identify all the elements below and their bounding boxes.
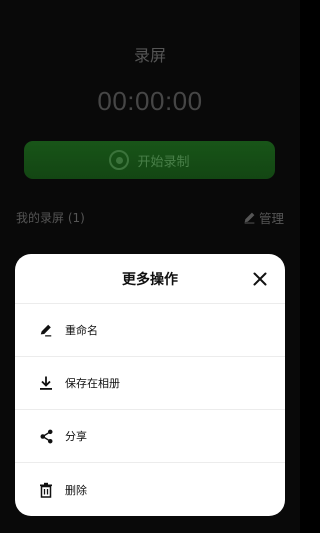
sheet-title: 更多操作 [122,271,178,288]
download-icon [37,374,55,392]
action-rename[interactable]: 重命名 [15,304,285,357]
action-rename-label: 重命名 [65,324,98,337]
action-save-label: 保存在相册 [65,377,120,390]
close-button[interactable] [249,268,271,290]
trash-icon [37,481,55,499]
close-icon [253,272,267,286]
action-delete-label: 删除 [65,483,87,497]
action-save-to-album[interactable]: 保存在相册 [15,357,285,410]
action-share[interactable]: 分享 [15,410,285,463]
share-icon [37,427,55,445]
sheet-header: 更多操作 [15,254,285,304]
pencil-icon [37,321,55,339]
screen-recorder-page: 录屏 00:00:00 开始录制 我的录屏 (1) 管理 更多操作 重命名 保存… [0,0,300,533]
more-actions-sheet: 更多操作 重命名 保存在相册 分享 删除 [15,254,285,516]
action-delete[interactable]: 删除 [15,463,285,516]
action-share-label: 分享 [65,430,87,443]
